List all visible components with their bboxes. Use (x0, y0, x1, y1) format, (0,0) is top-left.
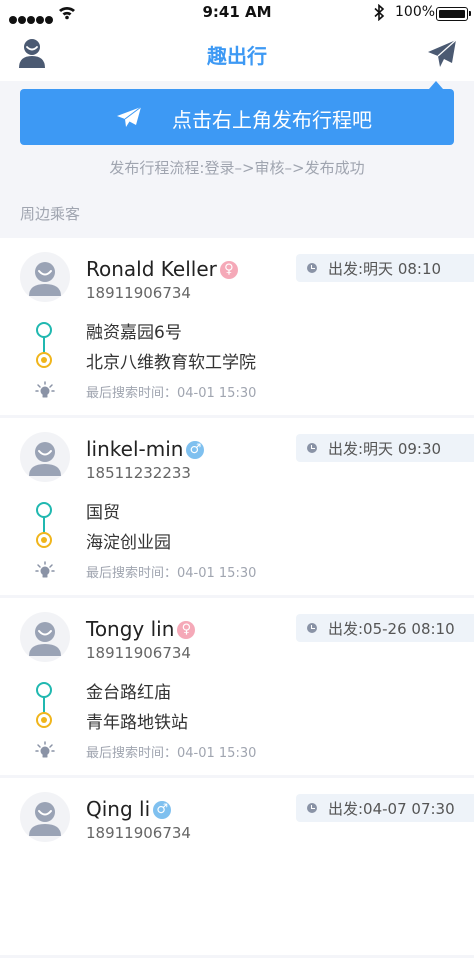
female-gender-icon: ♀ (177, 621, 196, 639)
last-search-time: 最后搜索时间：04-01 15:30 (86, 746, 257, 761)
passenger-phone: 18911906734 (86, 644, 191, 662)
route-destination: 青年路地铁站 (86, 713, 188, 733)
end-point-icon (36, 532, 52, 548)
female-gender-icon: ♀ (219, 261, 238, 279)
battery-percentage: 100% (395, 4, 436, 20)
last-search-time: 最后搜索时间：04-01 15:30 (86, 566, 257, 581)
passenger-name-text: Tongy lin (86, 617, 175, 641)
passenger-name-text: Qing li (86, 797, 151, 821)
start-point-icon (36, 322, 52, 338)
lightbulb-icon (35, 381, 55, 398)
departure-time: 出发:明天 08:10 (328, 260, 442, 278)
departure-time: 出发:05-26 08:10 (328, 620, 455, 638)
passenger-card[interactable]: Ronald Keller ♀ 18911906734 出发:明天 08:10 融… (0, 238, 474, 415)
avatar (20, 432, 70, 482)
paper-plane-icon (117, 106, 142, 127)
departure-time-badge: 出发:明天 09:30 (296, 434, 474, 462)
default-avatar-icon (29, 622, 61, 656)
publish-flow-hint: 发布行程流程:登录–>审核–>发布成功 (109, 159, 365, 177)
tooltip-arrow (429, 81, 443, 89)
default-avatar-icon (29, 802, 61, 836)
start-point-icon (36, 682, 52, 698)
passenger-phone: 18911906734 (86, 284, 191, 302)
lightbulb-icon (35, 561, 55, 578)
departure-time: 出发:明天 09:30 (328, 440, 442, 458)
male-gender-icon: ♂ (153, 801, 172, 819)
nav-bar: 趣出行 (0, 26, 474, 81)
status-bar: 9:41 AM 100% (0, 0, 474, 26)
end-point-icon (36, 712, 52, 728)
route-origin: 融资嘉园6号 (86, 323, 182, 343)
passenger-card[interactable]: linkel-min ♂ 18511232233 出发:明天 09:30 国贸 海… (0, 418, 474, 595)
departure-time: 出发:04-07 07:30 (328, 800, 455, 818)
lightbulb-icon (35, 741, 55, 758)
male-gender-icon: ♂ (186, 441, 205, 459)
avatar (20, 792, 70, 842)
departure-time-badge: 出发:04-07 07:30 (296, 794, 474, 822)
passenger-name: linkel-min ♂ (86, 437, 205, 461)
publish-trip-label: 点击右上角发布行程吧 (172, 108, 372, 132)
publish-trip-icon[interactable] (426, 38, 458, 70)
end-point-icon (36, 352, 52, 368)
battery-icon (436, 7, 471, 21)
passenger-card[interactable]: Tongy lin ♀ 18911906734 出发:05-26 08:10 金台… (0, 598, 474, 775)
clock-icon (307, 443, 317, 453)
avatar (20, 252, 70, 302)
clock-icon (307, 623, 317, 633)
clock-icon (307, 263, 317, 273)
route-origin: 金台路红庙 (86, 683, 171, 703)
passenger-phone: 18911906734 (86, 824, 191, 842)
route-destination: 北京八维教育软工学院 (86, 353, 256, 373)
avatar (20, 612, 70, 662)
default-avatar-icon (29, 262, 61, 296)
route-destination: 海淀创业园 (86, 533, 171, 553)
section-title: 周边乘客 (20, 205, 81, 223)
departure-time-badge: 出发:明天 08:10 (296, 254, 474, 282)
passenger-phone: 18511232233 (86, 464, 191, 482)
bluetooth-icon (374, 4, 385, 21)
passenger-name: Qing li ♂ (86, 797, 172, 821)
page-title: 趣出行 (207, 44, 267, 68)
passenger-name: Ronald Keller ♀ (86, 257, 238, 281)
default-avatar-icon (29, 442, 61, 476)
passenger-card[interactable]: Qing li ♂ 18911906734 出发:04-07 07:30 (0, 778, 474, 955)
passenger-name-text: Ronald Keller (86, 257, 217, 281)
passenger-name: Tongy lin ♀ (86, 617, 196, 641)
clock-icon (307, 803, 317, 813)
last-search-time: 最后搜索时间：04-01 15:30 (86, 386, 257, 401)
route-origin: 国贸 (86, 503, 120, 523)
start-point-icon (36, 502, 52, 518)
passenger-list: Ronald Keller ♀ 18911906734 出发:明天 08:10 融… (0, 238, 474, 958)
departure-time-badge: 出发:05-26 08:10 (296, 614, 474, 642)
publish-trip-banner[interactable]: 点击右上角发布行程吧 (20, 89, 454, 145)
passenger-name-text: linkel-min (86, 437, 184, 461)
